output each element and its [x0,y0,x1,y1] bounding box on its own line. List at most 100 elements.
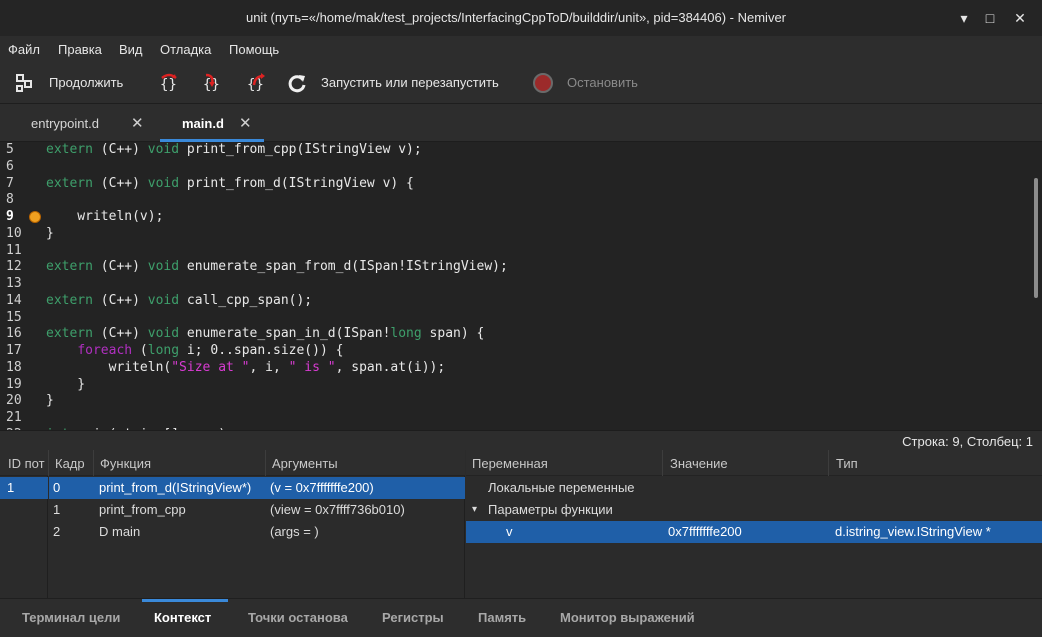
maximize-button[interactable]: □ [980,8,1000,28]
frame-args: (args = ) [270,524,319,539]
variable-type: d.istring_view.IStringView * [835,524,991,539]
step-into-icon[interactable]: {} [201,72,223,94]
restart-button[interactable]: Запустить или перезапустить [283,62,513,104]
menu-debug[interactable]: Отладка [160,42,211,57]
code-text: } [46,376,86,392]
menu-file[interactable]: Файл [8,42,40,57]
tab-label: main.d [182,116,224,131]
frame-function: print_from_d(IStringView*) [99,480,252,495]
variables-panel: Переменная Значение Тип Локальные переме… [466,450,1042,598]
frame-row[interactable]: 0 print_from_d(IStringView*) (v = 0x7fff… [49,477,465,499]
restart-label: Запустить или перезапустить [321,75,499,90]
tab-expression-monitor[interactable]: Монитор выражений [560,610,695,625]
col-function[interactable]: Функция [100,456,151,471]
active-tab-indicator [142,599,228,602]
cursor-position: Строка: 9, Столбец: 1 [902,434,1033,449]
code-line[interactable]: 18 writeln("Size at ", i, " is ", span.a… [0,360,1030,377]
line-number: 21 [6,410,22,425]
code-line[interactable]: 10} [0,226,1030,243]
variable-name: v [506,524,513,539]
continue-icon [16,74,32,92]
line-number: 12 [6,259,22,275]
frame-index: 2 [53,524,61,539]
code-line[interactable]: 14 extern (C++) void call_cpp_span(); [0,293,1030,310]
line-number: 6 [6,158,14,174]
code-line[interactable]: 21 [0,410,1030,427]
window-title: unit (путь=«/home/mak/test_projects/Inte… [245,10,787,25]
local-variables-row[interactable]: Локальные переменные [466,477,1042,499]
function-params-row[interactable]: ▾ Параметры функции [466,499,1042,521]
close-window-button[interactable]: ✕ [1010,8,1030,28]
code-line[interactable]: 15 [0,310,1030,327]
col-variable[interactable]: Переменная [472,456,548,471]
tab-label: entrypoint.d [31,116,99,131]
expander-down-icon[interactable]: ▾ [472,499,477,521]
step-out-icon[interactable]: {} [245,72,267,94]
tab-memory[interactable]: Память [478,610,526,625]
frame-row[interactable]: 2 D main (args = ) [49,521,465,543]
col-value[interactable]: Значение [670,456,728,471]
thread-id: 1 [7,480,15,495]
stop-button[interactable]: Остановить [530,62,650,104]
tab-target-terminal[interactable]: Терминал цели [22,610,120,625]
code-line[interactable]: 7 extern (C++) void print_from_d(IStringV… [0,176,1030,193]
tab-entrypoint[interactable]: entrypoint.d ✕ [0,104,160,142]
line-number: 8 [6,192,14,208]
function-params-label: Параметры функции [488,502,613,517]
col-frame[interactable]: Кадр [55,456,85,471]
variable-value: 0x7fffffffe200 [668,524,742,539]
code-text: extern (C++) void enumerate_span_in_d(IS… [46,326,485,342]
current-line-marker-icon [29,211,41,223]
close-icon[interactable]: ✕ [239,114,252,132]
thread-list: 1 [0,476,48,598]
code-line[interactable]: 20} [0,393,1030,410]
code-line[interactable]: 5 extern (C++) void print_from_cpp(IStrin… [0,142,1030,159]
thread-row[interactable]: 1 [0,477,48,499]
tab-context[interactable]: Контекст [154,610,211,625]
frame-index: 0 [53,480,61,495]
tab-registers[interactable]: Регистры [382,610,444,625]
code-line[interactable]: 19 } [0,377,1030,394]
step-over-icon[interactable]: {} [158,72,180,94]
code-line[interactable]: 11 [0,243,1030,260]
tab-main[interactable]: main.d ✕ [160,104,264,142]
line-number: 7 [6,175,14,191]
menu-bar: Файл Правка Вид Отладка Помощь [0,36,1042,62]
line-number: 19 [6,376,22,392]
line-number: 5 [6,142,14,157]
callstack-panel: ID пот Кадр Функция Аргументы 1 0 print_… [0,450,465,598]
col-arguments[interactable]: Аргументы [272,456,338,471]
code-line[interactable]: 8 [0,192,1030,209]
variable-row[interactable]: v 0x7fffffffe200 d.istring_view.IStringV… [466,521,1042,543]
bottom-tabs: Терминал цели Контекст Точки останова Ре… [0,598,1042,637]
code-text: } [46,225,54,241]
line-number: 9 [6,209,14,224]
toolbar: Продолжить {} {} {} Запустить или переза… [0,62,1042,104]
col-type[interactable]: Тип [836,456,858,471]
close-icon[interactable]: ✕ [131,114,144,132]
restart-icon [288,75,306,93]
code-line[interactable]: 12 extern (C++) void enumerate_span_from_… [0,259,1030,276]
menu-edit[interactable]: Правка [58,42,102,57]
code-line[interactable]: 6 [0,159,1030,176]
frame-row[interactable]: 1 print_from_cpp (view = 0x7ffff736b010) [49,499,465,521]
code-line[interactable]: 9 writeln(v); [0,209,1030,226]
editor-scrollbar[interactable] [1034,178,1038,298]
code-line[interactable]: 17 foreach (long i; 0..span.size()) { [0,343,1030,360]
line-number: 13 [6,276,22,291]
continue-button[interactable]: Продолжить [10,62,135,104]
source-editor[interactable]: 5 extern (C++) void print_from_cpp(IStrin… [0,142,1042,430]
variables-header: Переменная Значение Тип [466,450,1042,476]
code-text: foreach (long i; 0..span.size()) { [77,343,344,358]
menu-view[interactable]: Вид [119,42,143,57]
code-line[interactable]: 13 [0,276,1030,293]
line-number: 14 [6,292,22,308]
code-line[interactable]: 16 extern (C++) void enumerate_span_in_d(… [0,326,1030,343]
minimize-button[interactable]: ▾ [954,8,974,28]
frame-index: 1 [53,502,61,517]
menu-help[interactable]: Помощь [229,42,279,57]
tab-breakpoints[interactable]: Точки останова [248,610,348,625]
code-text: extern (C++) void print_from_cpp(IString… [46,142,422,157]
title-bar: unit (путь=«/home/mak/test_projects/Inte… [0,0,1042,36]
col-thread-id[interactable]: ID пот [8,456,45,471]
